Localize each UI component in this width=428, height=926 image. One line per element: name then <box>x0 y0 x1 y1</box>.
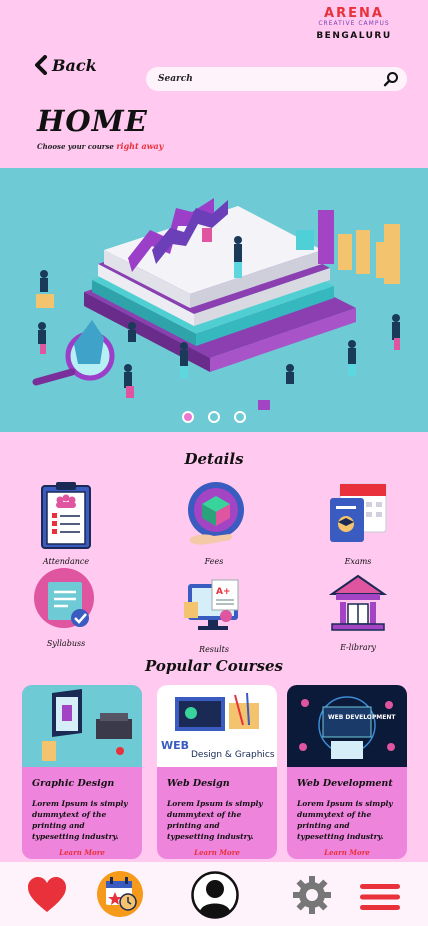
back-button[interactable]: Back <box>34 55 97 75</box>
brand-city: BENGALURU <box>316 31 392 41</box>
elibrary-label: E-library <box>340 643 376 652</box>
carousel-indicators <box>0 411 428 423</box>
course-description: Lorem Ipsum is simply dummytext of the p… <box>167 799 263 841</box>
search-icon[interactable] <box>383 71 399 87</box>
page-title: HOME <box>37 104 148 138</box>
course-card-web-design[interactable]: WEB Design & Graphics Web Design Lorem I… <box>157 685 277 859</box>
back-label: Back <box>52 55 97 75</box>
learn-more-link[interactable]: Learn More <box>157 848 277 857</box>
results-tile[interactable]: A+ Results <box>164 576 264 654</box>
brand-logo: ARENA CREATIVE CAMPUS BENGALURU <box>316 6 392 41</box>
course-description: Lorem Ipsum is simply dummytext of the p… <box>297 799 393 841</box>
education-illustration <box>32 198 400 410</box>
course-title: Web Design <box>167 778 230 789</box>
exams-label: Exams <box>344 557 372 566</box>
bottom-navigation <box>0 862 428 926</box>
carousel-dot[interactable] <box>208 411 220 423</box>
fees-box-icon <box>188 482 244 545</box>
clipboard-icon <box>41 482 91 549</box>
settings-icon[interactable] <box>292 875 332 915</box>
fees-label: Fees <box>204 557 224 566</box>
learn-more-link[interactable]: Learn More <box>287 848 407 857</box>
attendance-tile[interactable]: Attendance <box>16 480 116 566</box>
syllabus-tile[interactable]: Syllabuss <box>16 568 116 648</box>
web-development-image: WEB DEVELOPMENT <box>287 685 407 767</box>
hero-banner[interactable] <box>0 168 428 432</box>
web-design-image: WEB Design & Graphics <box>157 685 277 767</box>
exam-calendar-icon <box>330 483 387 542</box>
search-placeholder: Search <box>158 74 193 84</box>
syllabus-label: Syllabuss <box>46 639 86 648</box>
exams-tile[interactable]: Exams <box>308 480 408 566</box>
subtitle-accent: right away <box>116 141 164 151</box>
elibrary-tile[interactable]: E-library <box>308 574 408 652</box>
syllabus-document-icon <box>34 568 94 628</box>
web-design-image-text: WEB <box>161 739 189 752</box>
search-input[interactable]: Search <box>146 67 407 91</box>
subtitle-text: Choose your course <box>37 142 117 151</box>
profile-icon[interactable] <box>191 871 239 919</box>
carousel-dot[interactable] <box>234 411 246 423</box>
attendance-label: Attendance <box>42 557 90 566</box>
course-title: Web Development <box>297 778 393 789</box>
results-monitor-icon: A+ <box>184 579 239 630</box>
fees-tile[interactable]: Fees <box>164 480 264 566</box>
calendar-icon[interactable] <box>96 870 144 918</box>
page-subtitle: Choose your course right away <box>37 141 163 151</box>
svg-text:A+: A+ <box>216 587 231 597</box>
details-heading: Details <box>184 450 244 468</box>
course-title: Graphic Design <box>32 778 115 789</box>
heart-icon[interactable] <box>26 876 68 914</box>
web-development-image-text: WEB DEVELOPMENT <box>328 714 396 721</box>
course-description: Lorem Ipsum is simply dummytext of the p… <box>32 799 128 841</box>
brand-tagline: CREATIVE CAMPUS <box>318 20 390 27</box>
learn-more-link[interactable]: Learn More <box>22 848 142 857</box>
course-card-graphic-design[interactable]: Graphic Design Lorem Ipsum is simply dum… <box>22 685 142 859</box>
chevron-left-icon <box>35 55 47 75</box>
menu-icon[interactable] <box>360 882 400 912</box>
results-label: Results <box>199 645 229 654</box>
library-building-icon <box>328 574 388 631</box>
popular-courses-heading: Popular Courses <box>144 657 283 675</box>
graphic-design-image <box>22 685 142 767</box>
course-card-web-development[interactable]: WEB DEVELOPMENT Web Development Lorem Ip… <box>287 685 407 859</box>
web-design-image-subtext: Design & Graphics <box>191 750 275 760</box>
carousel-dot[interactable] <box>182 411 194 423</box>
brand-name: ARENA <box>324 6 384 21</box>
